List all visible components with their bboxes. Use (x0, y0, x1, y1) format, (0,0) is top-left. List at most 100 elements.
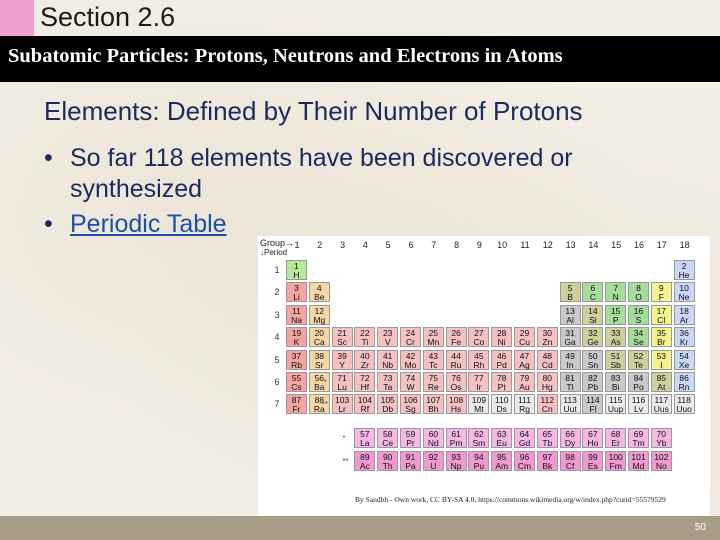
element-symbol: N (612, 292, 619, 303)
element-cell: 78 Pt (491, 372, 513, 392)
element-cell: 29 Cu (514, 327, 535, 348)
element-symbol: Uut (563, 404, 577, 415)
element-cell: 76 Os (445, 372, 467, 392)
group-number: 8 (454, 240, 460, 250)
element-symbol: Sm (472, 438, 486, 449)
element-symbol: Sr (315, 359, 324, 370)
element-cell: 102 No (650, 450, 672, 471)
element-symbol: Sb (610, 359, 621, 370)
element-cell: 30 Zn (536, 327, 558, 348)
element-symbol: Cr (406, 337, 415, 348)
element-symbol: He (678, 270, 690, 280)
element-symbol: Hg (541, 382, 553, 392)
element-symbol: Hs (450, 404, 462, 415)
element-cell: 80 Hg (536, 372, 558, 392)
element-cell: 19 K (286, 327, 307, 348)
element-symbol: V (384, 337, 391, 348)
element-symbol: Ge (587, 337, 599, 348)
element-symbol: Ds (496, 404, 507, 415)
element-cell: 28 Ni (491, 327, 513, 348)
element-symbol: Ho (587, 438, 599, 449)
element-symbol: Er (611, 438, 620, 449)
element-symbol: Lr (338, 404, 346, 415)
element-cell: 2 He (673, 260, 695, 280)
element-cell: 54 Xe (673, 349, 695, 370)
element-symbol: Al (566, 314, 574, 325)
element-cell: 74 W (400, 372, 421, 392)
element-symbol: Y (339, 359, 345, 370)
element-cell: 26 Fe (445, 327, 467, 348)
element-cell: 98 Cf (559, 450, 581, 471)
element-cell: 60 Nd (422, 428, 444, 449)
element-cell: 47 Ag (514, 349, 535, 370)
group-number: 6 (408, 240, 414, 250)
periodic-table-link[interactable]: Periodic Table (70, 210, 227, 238)
element-cell: 50 Sn (582, 349, 604, 370)
group-number: 1 (294, 240, 300, 250)
element-cell: 10 Ne (673, 282, 695, 303)
image-credit: By Sandbh - Own work, CC BY-SA 4.0, http… (355, 495, 666, 504)
element-cell: 38 Sr (308, 349, 330, 370)
element-cell: 17 Cl (650, 304, 672, 325)
element-symbol: La (360, 438, 370, 449)
page-number: 50 (694, 522, 706, 533)
element-symbol: Pr (406, 438, 415, 449)
element-cell: 18 Ar (673, 304, 695, 325)
element-cell: 114 Fl (582, 394, 604, 415)
element-symbol: Rh (473, 359, 485, 370)
element-symbol: Cs (291, 382, 302, 392)
element-symbol: Cu (519, 337, 530, 348)
element-symbol: C (589, 292, 596, 303)
element-cell: 41 Nb (377, 349, 399, 370)
group-number: 2 (317, 240, 323, 250)
element-symbol: Tb (542, 438, 553, 449)
element-cell: 24 Cr (400, 327, 421, 348)
element-cell: 34 Se (628, 327, 649, 348)
element-symbol: Uus (653, 404, 669, 415)
element-cell: 71 Lu (331, 372, 353, 392)
element-cell: 66 Dy (559, 428, 581, 449)
element-symbol: Li (293, 292, 300, 303)
element-symbol: Am (495, 460, 509, 471)
bullet-dot-icon: • (44, 144, 53, 172)
element-symbol: Os (450, 382, 462, 392)
element-cell: 32 Ge (582, 327, 604, 348)
element-symbol: Se (633, 337, 644, 348)
group-number: 17 (656, 240, 667, 250)
element-cell: 62 Sm (468, 428, 490, 449)
period-number: 6 (274, 377, 280, 387)
element-symbol: Pm (449, 438, 463, 449)
element-cell: 33 As (605, 327, 627, 348)
element-symbol: Ca (313, 337, 325, 348)
slide-heading: Elements: Defined by Their Number of Pro… (44, 96, 583, 126)
element-cell: 97 Bk (536, 450, 558, 471)
element-symbol: Bk (542, 460, 553, 471)
element-cell: 79 Au (514, 372, 535, 392)
element-symbol: Tc (429, 359, 438, 370)
element-cell: 94 Pu (468, 450, 490, 471)
element-symbol: Lv (634, 404, 643, 415)
element-cell: 96 Cm (514, 450, 535, 471)
element-symbol: Po (633, 382, 644, 392)
element-cell: 21 Sc (331, 327, 353, 348)
element-symbol: Ti (361, 337, 369, 348)
element-cell: 25 Mn (422, 327, 444, 348)
element-cell: 110 Ds (491, 394, 513, 415)
element-symbol: Pd (496, 359, 507, 370)
element-cell: 43 Tc (422, 349, 444, 370)
element-cell: 92 U (422, 450, 444, 471)
element-cell: 70 Yb (650, 428, 672, 449)
element-symbol: Te (634, 359, 643, 370)
element-symbol: Nb (382, 359, 394, 370)
group-number: 9 (476, 240, 482, 250)
element-cell: 52 Te (628, 349, 649, 370)
element-symbol: S (635, 314, 642, 325)
element-cell: 72 Hf (354, 372, 376, 392)
element-symbol: Fr (292, 404, 301, 415)
element-cell: 45 Rh (468, 349, 490, 370)
element-symbol: Mt (474, 404, 484, 415)
element-symbol: Hf (360, 382, 370, 392)
element-cell: 55 Cs (286, 372, 307, 392)
bullet-text: So far 118 elements have been discovered… (70, 144, 573, 203)
element-cell: 83 Bi (605, 372, 627, 392)
